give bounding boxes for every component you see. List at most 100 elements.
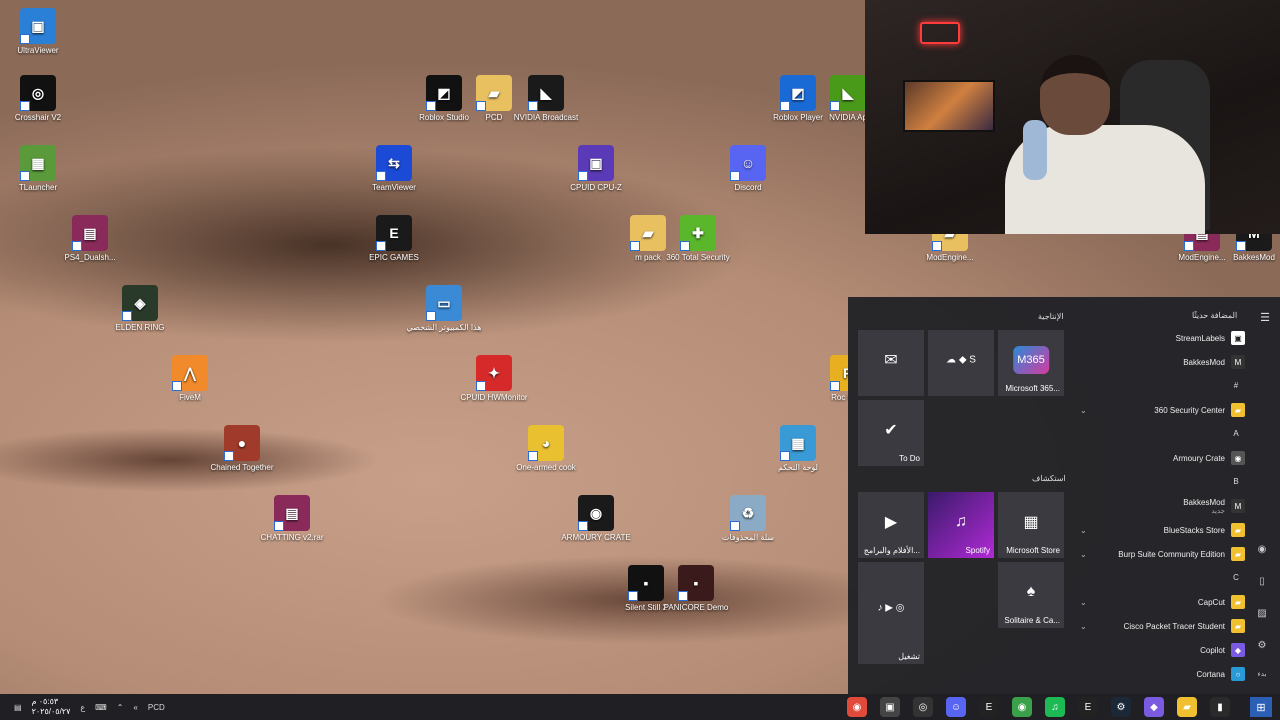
- desktop-icon-label: Discord: [734, 183, 762, 192]
- taskbar-copilot-icon[interactable]: ◆: [1144, 697, 1164, 717]
- app-icon: M: [1231, 355, 1245, 369]
- tile-icon: ♪ ▶ ◎: [877, 602, 905, 614]
- chevron-down-icon[interactable]: ⌄: [1080, 622, 1087, 631]
- taskbar-epic-2-icon[interactable]: E: [1078, 697, 1098, 717]
- desktop-icon[interactable]: ▪ PANICORE Demo: [656, 565, 736, 613]
- desktop-icon[interactable]: ⇆ TeamViewer: [354, 145, 434, 193]
- clock-time: ٠٥:٥٣ م: [31, 697, 59, 706]
- app-icon: ●: [224, 425, 260, 461]
- microphone: [1023, 120, 1047, 180]
- taskbar-discord-icon[interactable]: ☺: [946, 697, 966, 717]
- taskbar-epic-icon[interactable]: E: [979, 697, 999, 717]
- app-list-item[interactable]: ⌄ 360 Security Center ▰: [1080, 400, 1245, 420]
- user-icon[interactable]: ◉: [1256, 544, 1268, 556]
- toolbar-chevron-icon[interactable]: «: [133, 703, 137, 712]
- desktop-icon[interactable]: ⋀ FiveM: [150, 355, 230, 403]
- app-list-item[interactable]: Armoury Crate ◉: [1080, 448, 1245, 468]
- start-tile[interactable]: ▶ الأفلام والبرامج...: [858, 492, 924, 558]
- taskbar-terminal-icon[interactable]: ▮: [1210, 697, 1230, 717]
- start-tile[interactable]: ♠ Solitaire & Ca...: [998, 562, 1064, 628]
- desktop-icon[interactable]: ◕ One-armed cook: [506, 425, 586, 473]
- app-icon: ☺: [730, 145, 766, 181]
- start-tile[interactable]: ♪ ▶ ◎ تشغيل: [858, 562, 924, 664]
- app-list-label: Cisco Packet Tracer Student: [1123, 621, 1225, 631]
- taskbar-steam-icon[interactable]: ⚙: [1111, 697, 1131, 717]
- desktop-icon[interactable]: ☺ Discord: [708, 145, 788, 193]
- app-icon: ◉: [578, 495, 614, 531]
- app-list-item[interactable]: ⌄ Cisco Packet Tracer Student ▰: [1080, 616, 1245, 636]
- app-list-label: BakkesMod: [1183, 497, 1225, 507]
- documents-icon[interactable]: ▯: [1256, 576, 1268, 588]
- alphabet-header[interactable]: A: [1228, 429, 1244, 438]
- desktop-icon[interactable]: ▦ لوحة التحكم: [758, 425, 838, 473]
- desktop-icon[interactable]: ▣ UltraViewer: [0, 8, 78, 56]
- taskbar-explorer-icon[interactable]: ▰: [1177, 697, 1197, 717]
- desktop-icon[interactable]: ▤ CHATTING v2.rar: [252, 495, 332, 543]
- desktop-icon-label: ELDEN RING: [115, 323, 165, 332]
- chevron-down-icon[interactable]: ⌄: [1080, 550, 1087, 559]
- notification-icon[interactable]: ▤: [14, 703, 22, 712]
- power-button[interactable]: بدء: [1253, 670, 1271, 682]
- app-list-item[interactable]: ⌄ CapCut ▰: [1080, 592, 1245, 612]
- clock[interactable]: ٠٥:٥٣ م ٢٠٢٥/٠٥/٢٧: [32, 697, 71, 717]
- app-list-item[interactable]: ⌄ Burp Suite Community Edition ▰: [1080, 544, 1245, 564]
- start-tile[interactable]: ▦ Microsoft Store: [998, 492, 1064, 558]
- start-tile[interactable]: ✔ To Do: [858, 400, 924, 466]
- desktop-icon[interactable]: ◈ ELDEN RING: [100, 285, 180, 333]
- alphabet-header[interactable]: B: [1228, 477, 1244, 486]
- desktop-icon[interactable]: ✦ CPUID HWMonitor: [454, 355, 534, 403]
- desktop-icon-label: UltraViewer: [17, 46, 59, 55]
- app-list-item[interactable]: StreamLabels ▣: [1080, 328, 1245, 348]
- desktop-icon[interactable]: ● Chained Together: [202, 425, 282, 473]
- tile-label: Spotify: [965, 546, 990, 555]
- desktop-icon-label: Chained Together: [210, 463, 274, 472]
- alphabet-header[interactable]: C: [1228, 573, 1244, 582]
- start-button[interactable]: ⊞: [1250, 697, 1272, 717]
- desktop-icon-label: NVIDIA Broadcast: [513, 113, 579, 122]
- chevron-down-icon[interactable]: ⌄: [1080, 598, 1087, 607]
- start-tile[interactable]: ♫ Spotify: [928, 492, 994, 558]
- tile-icon: ♠: [1026, 582, 1036, 600]
- recent-section-title: المضافة حديثًا: [1192, 311, 1238, 320]
- app-list-item[interactable]: BakkesMod M: [1080, 352, 1245, 372]
- settings-icon[interactable]: ⚙: [1256, 640, 1268, 652]
- desktop-icon[interactable]: ◉ ARMOURY CRATE: [556, 495, 636, 543]
- taskbar-streamlabels-icon[interactable]: ▣: [880, 697, 900, 717]
- language-indicator[interactable]: ع: [80, 703, 85, 712]
- desktop-icon-label: TeamViewer: [372, 183, 416, 192]
- app-icon: ▤: [72, 215, 108, 251]
- pictures-icon[interactable]: ▨: [1256, 608, 1268, 620]
- start-tile[interactable]: ☁ ◆ S: [928, 330, 994, 396]
- desktop-icon-label: PS4_Dualsh...: [64, 253, 116, 262]
- taskbar-obs-icon[interactable]: ◎: [913, 697, 933, 717]
- alphabet-header[interactable]: #: [1228, 381, 1244, 390]
- desk-toolbar-label[interactable]: PCD: [148, 703, 165, 712]
- desktop-icon[interactable]: ◣ NVIDIA Broadcast: [506, 75, 586, 123]
- app-icon: ◣: [528, 75, 564, 111]
- desktop-icon[interactable]: ♻ سلة المحذوفات: [708, 495, 788, 543]
- app-list-item[interactable]: ⌄ BlueStacks Store ▰: [1080, 520, 1245, 540]
- desktop-icon[interactable]: ▣ CPUID CPU-Z: [556, 145, 636, 193]
- app-list-item[interactable]: Copilot ◆: [1080, 640, 1245, 660]
- desktop-icon[interactable]: ▦ TLauncher: [0, 145, 78, 193]
- desktop-icon[interactable]: E EPIC GAMES: [354, 215, 434, 263]
- app-list-item[interactable]: BakkesMod جديد M: [1080, 496, 1245, 516]
- desktop-icon[interactable]: ◎ Crosshair V2: [0, 75, 78, 123]
- tray-chevron-icon[interactable]: ⌃: [117, 703, 124, 712]
- chevron-down-icon[interactable]: ⌄: [1080, 406, 1087, 415]
- app-icon: ▰: [1231, 403, 1245, 417]
- chevron-down-icon[interactable]: ⌄: [1080, 526, 1087, 535]
- menu-icon[interactable]: ☰: [1260, 311, 1270, 324]
- app-list-item[interactable]: Cortana ○: [1080, 664, 1245, 684]
- taskbar-spotify-icon[interactable]: ♫: [1045, 697, 1065, 717]
- taskbar-chrome-icon[interactable]: ◉: [847, 697, 867, 717]
- desktop-icon[interactable]: ✚ 360 Total Security: [658, 215, 738, 263]
- desktop-icon-label: Crosshair V2: [14, 113, 62, 122]
- start-tile[interactable]: M365 Microsoft 365...: [998, 330, 1064, 396]
- start-tile[interactable]: ✉: [858, 330, 924, 396]
- desktop-icon-label: FiveM: [179, 393, 201, 402]
- keyboard-icon[interactable]: ⌨: [95, 703, 107, 712]
- taskbar-chrome-2-icon[interactable]: ◉: [1012, 697, 1032, 717]
- desktop-icon[interactable]: ▭ هذا الكمبيوتر الشخصي: [404, 285, 484, 333]
- desktop-icon[interactable]: ▤ PS4_Dualsh...: [50, 215, 130, 263]
